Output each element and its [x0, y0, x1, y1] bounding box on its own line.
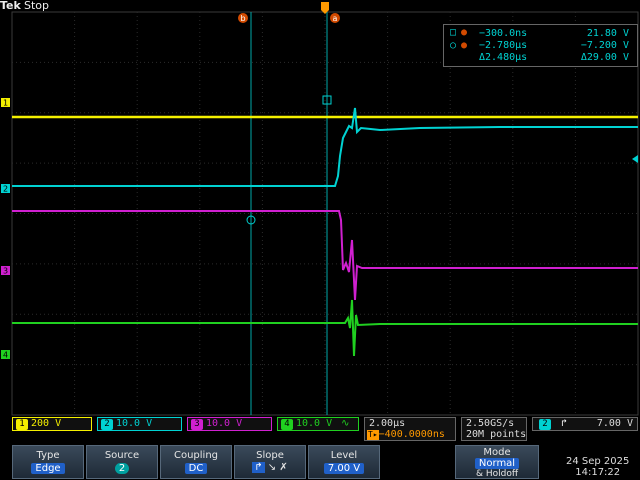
ch4-number: 4 [281, 419, 293, 430]
menu-source-button[interactable]: Source 2 [86, 445, 158, 479]
ch3-status[interactable]: 3 10.0 V [187, 417, 272, 431]
menu-mode-extra: & Holdoff [475, 469, 519, 479]
menu-source-value: 2 [114, 463, 130, 474]
time-label: 14:17:22 [575, 467, 621, 478]
menu-type-value: Edge [31, 463, 65, 474]
trigger-slope-icon: ↱ [561, 418, 568, 429]
slope-rising-icon[interactable]: ↱ [252, 462, 265, 473]
menu-mode-value: Normal [474, 458, 520, 469]
menu-coupling-button[interactable]: Coupling DC [160, 445, 232, 479]
acquisition-readout[interactable]: 2.50GS/s 20M points [461, 417, 527, 441]
top-bar: Tek Stop [0, 0, 640, 12]
ch4-status[interactable]: 4 10.0 V ∿ [277, 417, 359, 431]
menu-slope-label: Slope [256, 450, 284, 461]
menu-coupling-value: DC [184, 463, 208, 474]
timebase-readout[interactable]: 2.00µs T▸−400.0000ns [364, 417, 456, 441]
cursor-b-badge-icon: ● [461, 40, 468, 51]
menu-mode-button[interactable]: Mode Normal & Holdoff [455, 445, 539, 479]
cursor-a-marker-label: a [333, 14, 338, 23]
waveform-graticule: 1 2 3 4 b a [1, 2, 639, 416]
ch2-marker-label: 2 [3, 185, 8, 194]
oscilloscope-screen: 1 2 3 4 b a Tek Stop □ ● −300.0ns 21.80 … [0, 0, 640, 480]
cursor-a-voltage: 21.80 V [586, 28, 629, 39]
cursor-a-square-icon: □ [450, 27, 457, 38]
cursor-delta-voltage: Δ29.00 V [580, 52, 629, 63]
menu-mode-label: Mode [483, 447, 511, 458]
ch3-marker-label: 3 [3, 267, 8, 276]
slope-falling-icon[interactable]: ↘ [268, 462, 276, 473]
ch1-scale: 200 V [31, 418, 62, 429]
menu-level-value: 7.00 V [323, 463, 365, 474]
ch4-bandwidth-icon: ∿ [341, 418, 350, 429]
cursor-b-time: −2.780µs [479, 40, 528, 51]
cursor-b-voltage: −7.200 V [580, 40, 629, 51]
menu-source-label: Source [104, 450, 140, 461]
trigger-readout[interactable]: 2 ↱ 7.00 V [532, 417, 638, 431]
menu-type-label: Type [36, 450, 60, 461]
ch2-waveform [12, 107, 638, 187]
brand-label: Tek [0, 0, 21, 12]
trigger-delay-icon: T▸ [367, 430, 379, 440]
timebase-position: −400.0000ns [378, 429, 445, 440]
record-length: 20M points [466, 429, 527, 440]
cursor-b-marker-label: b [240, 14, 245, 23]
cursor-a-time: −300.0ns [479, 28, 528, 39]
menu-slope-button[interactable]: Slope ↱ ↘ ✗ [234, 445, 306, 479]
menu-type-button[interactable]: Type Edge [12, 445, 84, 479]
trigger-level-icon[interactable] [632, 155, 638, 163]
timebase-scale: 2.00µs [369, 418, 406, 429]
date-label: 24 Sep 2025 [566, 456, 630, 467]
ch4-scale: 10.0 V [296, 418, 333, 429]
cursor-b-circle-icon: ○ [450, 40, 457, 51]
menu-level-label: Level [330, 450, 358, 461]
ch1-number: 1 [16, 419, 28, 430]
trigger-menu: Type Edge Source 2 Coupling DC Slope ↱ ↘… [0, 445, 640, 480]
ch3-number: 3 [191, 419, 203, 430]
ch1-status[interactable]: 1 200 V [12, 417, 92, 431]
ch2-scale: 10.0 V [116, 418, 153, 429]
cursor-readout: □ ● −300.0ns 21.80 V ○ ● −2.780µs −7.200… [443, 24, 638, 67]
menu-coupling-label: Coupling [173, 450, 219, 461]
ch1-marker-label: 1 [3, 99, 8, 108]
slope-either-icon[interactable]: ✗ [279, 462, 287, 473]
cursor-delta-time: Δ2.480µs [479, 52, 528, 63]
trigger-level-readout: 7.00 V [596, 418, 633, 429]
ch2-status[interactable]: 2 10.0 V [97, 417, 182, 431]
menu-level-button[interactable]: Level 7.00 V [308, 445, 380, 479]
cursor-a-badge-icon: ● [461, 27, 468, 38]
acquisition-state: Stop [24, 0, 50, 12]
trigger-source-number: 2 [539, 419, 551, 430]
ch4-marker-label: 4 [3, 351, 8, 360]
datetime-readout: 24 Sep 2025 14:17:22 [566, 456, 629, 478]
ch2-number: 2 [101, 419, 113, 430]
ch3-scale: 10.0 V [206, 418, 243, 429]
sample-rate: 2.50GS/s [466, 418, 515, 429]
